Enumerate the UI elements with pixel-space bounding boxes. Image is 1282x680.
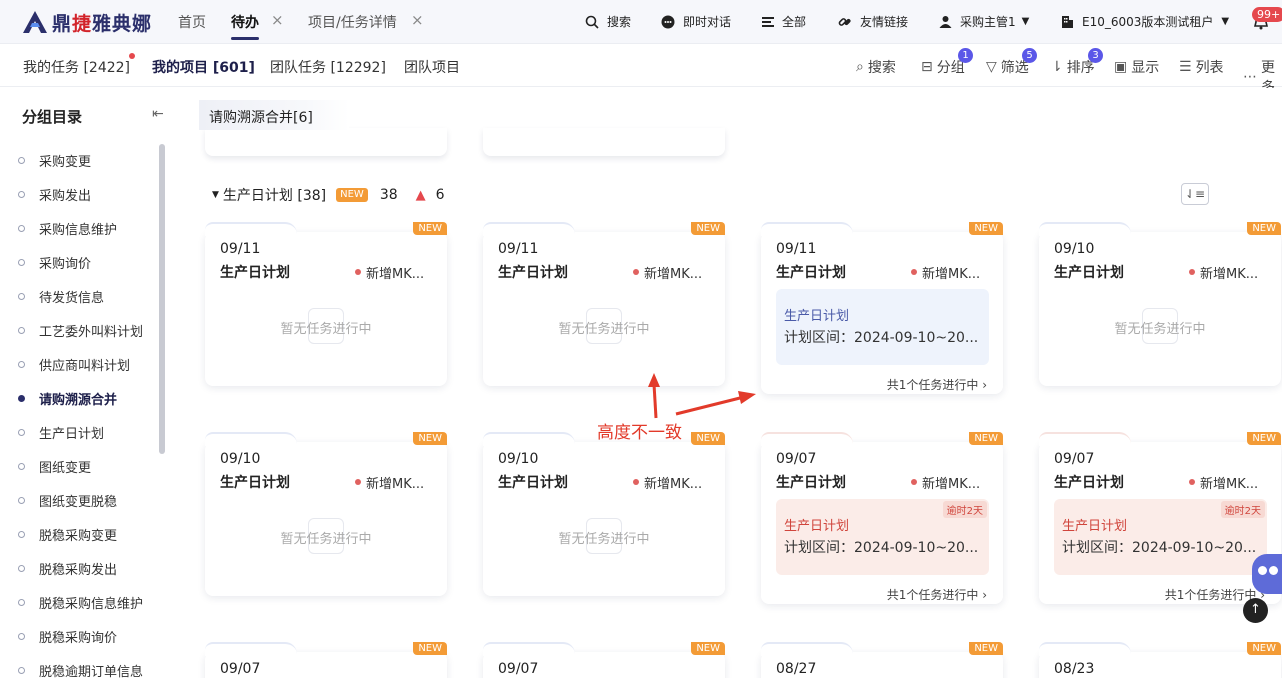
arrow-up-icon: ↑ [1250,602,1261,617]
annotation-text: 高度不一致 [597,423,682,443]
annotation-arrows [648,373,756,419]
assistant-mascot-icon[interactable] [1252,554,1282,594]
mascot-eye [1258,566,1267,575]
back-to-top-button[interactable]: ↑ [1243,598,1268,623]
mascot-eye [1269,566,1278,575]
